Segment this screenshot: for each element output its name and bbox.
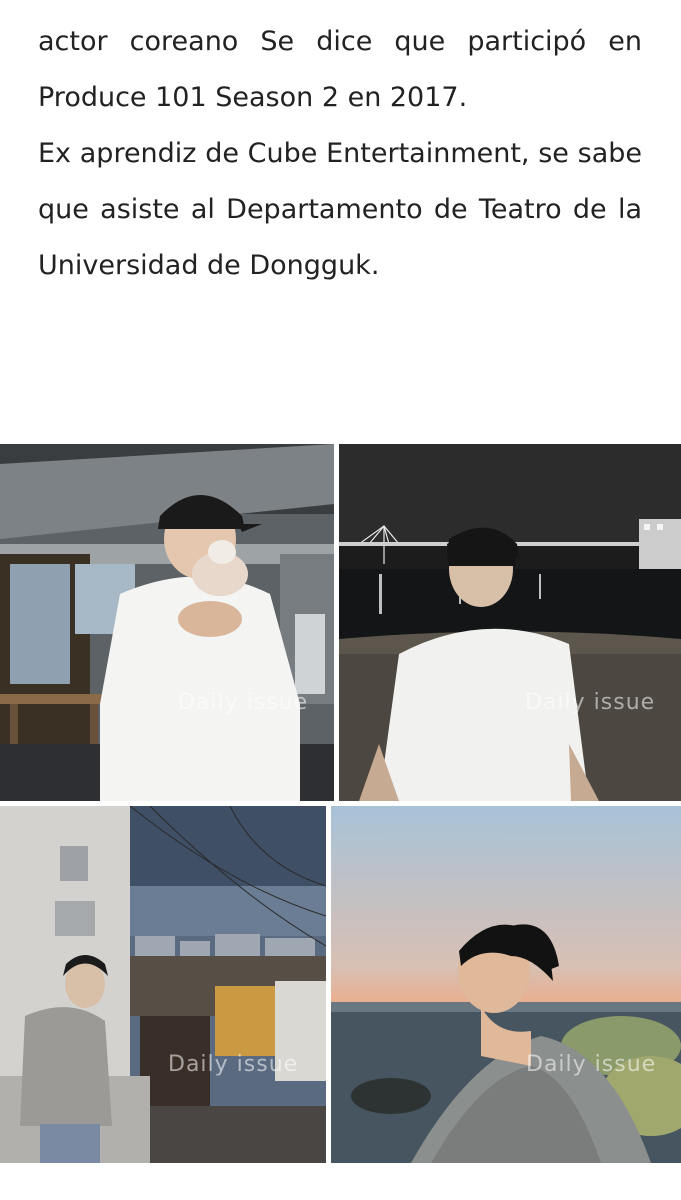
photo-cafe-puppy-image: [0, 444, 334, 801]
article-paragraph-2: Ex aprendiz de Cube Entertainment, se sa…: [38, 138, 642, 281]
article-paragraph-1: actor coreano Se dice que participó en P…: [38, 26, 642, 113]
photo-3-watermark: Daily issue: [168, 1052, 299, 1077]
photo-4-watermark: Daily issue: [526, 1052, 657, 1077]
photo-alley-dusk-image: [0, 806, 326, 1163]
photo-2-watermark: Daily issue: [525, 690, 656, 715]
photo-1-watermark: Daily issue: [178, 690, 309, 715]
photo-cafe-puppy[interactable]: Daily issue: [0, 444, 334, 801]
photo-alley-dusk[interactable]: Daily issue: [0, 806, 326, 1163]
photo-sunset-sea[interactable]: Daily issue: [331, 806, 681, 1163]
article-body: actor coreano Se dice que participó en P…: [38, 14, 642, 294]
photo-sunset-sea-image: [331, 806, 681, 1163]
photo-night-beach[interactable]: Daily issue: [339, 444, 681, 801]
photo-night-beach-image: [339, 444, 681, 801]
